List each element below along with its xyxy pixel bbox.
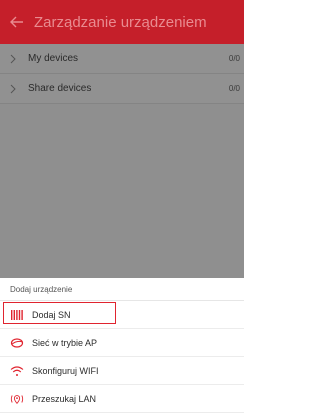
lan-search-icon xyxy=(10,392,24,406)
barcode-icon xyxy=(10,308,24,322)
search-lan-option[interactable]: Przeszukaj LAN xyxy=(0,385,244,413)
group-row-share-devices[interactable]: Share devices 0/0 xyxy=(0,74,244,104)
group-label: Share devices xyxy=(28,83,92,94)
ap-mode-option[interactable]: Sieć w trybie AP xyxy=(0,329,244,357)
configure-wifi-option[interactable]: Skonfiguruj WIFI xyxy=(0,357,244,385)
group-row-my-devices[interactable]: My devices 0/0 xyxy=(0,44,244,74)
back-button[interactable] xyxy=(4,0,30,44)
add-by-sn-option[interactable]: Dodaj SN xyxy=(0,301,244,329)
option-label: Skonfiguruj WIFI xyxy=(32,365,99,376)
add-device-sheet: Dodaj urządzenie Dodaj SN Sieć w trybie … xyxy=(0,278,244,413)
group-label: My devices xyxy=(28,53,79,64)
page-title: Zarządzanie urządzeniem xyxy=(34,13,207,31)
group-count: 0/0 xyxy=(228,54,240,63)
sheet-title: Dodaj urządzenie xyxy=(0,278,244,301)
back-arrow-icon xyxy=(10,16,23,28)
group-count: 0/0 xyxy=(228,84,240,93)
wifi-icon xyxy=(10,364,24,378)
app-bar: Zarządzanie urządzeniem xyxy=(0,0,244,44)
chevron-right-icon xyxy=(10,54,20,64)
option-label: Dodaj SN xyxy=(32,309,71,320)
option-label: Przeszukaj LAN xyxy=(32,393,97,404)
ap-mode-icon xyxy=(10,336,24,350)
device-management-screen: Zarządzanie urządzeniem My devices 0/0 S… xyxy=(0,0,244,413)
chevron-right-icon xyxy=(10,84,20,94)
option-label: Sieć w trybie AP xyxy=(32,337,98,348)
device-group-list: My devices 0/0 Share devices 0/0 xyxy=(0,44,244,104)
